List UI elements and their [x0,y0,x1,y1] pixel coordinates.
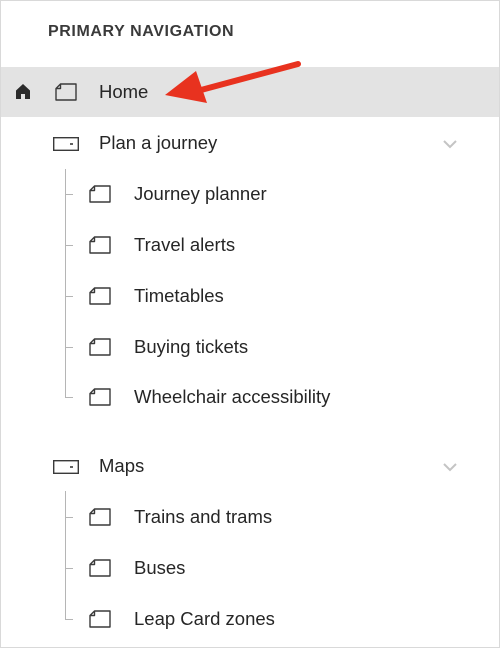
nav-item-label: Trains and trams [134,506,273,527]
primary-navigation-panel: PRIMARY NAVIGATION Home Plan a journey J… [0,0,500,648]
page-icon [89,287,111,305]
nav-item-label: Timetables [134,285,224,306]
chevron-down-icon[interactable] [442,462,458,472]
chevron-down-icon[interactable] [442,139,458,149]
nav-item-label: Leap Card zones [134,608,275,629]
nav-item-label: Buying tickets [134,336,249,357]
nav-item-label: Buses [134,557,186,578]
folder-icon [53,460,79,474]
nav-item-buses[interactable]: Buses [1,543,499,593]
page-icon [89,610,111,628]
nav-section-plan-a-journey[interactable]: Plan a journey [1,118,499,168]
nav-item-trains-and-trams[interactable]: Trains and trams [1,492,499,542]
nav-section-label: Plan a journey [99,132,218,153]
nav-item-wheelchair-accessibility[interactable]: Wheelchair accessibility [1,372,499,422]
page-icon [89,559,111,577]
page-icon [89,185,111,203]
page-icon [89,388,111,406]
nav-item-label: Travel alerts [134,234,236,255]
page-icon [89,508,111,526]
nav-heading: PRIMARY NAVIGATION [48,23,235,40]
nav-item-label: Wheelchair accessibility [134,386,331,407]
nav-section-maps[interactable]: Maps [1,441,499,491]
page-icon [55,83,77,101]
nav-item-travel-alerts[interactable]: Travel alerts [1,220,499,270]
home-icon [16,84,30,99]
nav-item-leap-card-zones[interactable]: Leap Card zones [1,594,499,644]
nav-item-label: Journey planner [134,183,267,204]
nav-item-home-label: Home [99,81,149,102]
page-icon [89,236,111,254]
nav-item-timetables[interactable]: Timetables [1,271,499,321]
nav-item-journey-planner[interactable]: Journey planner [1,169,499,219]
nav-section-label: Maps [99,455,145,476]
arrow-left-icon [165,61,301,103]
folder-icon [53,137,79,151]
nav-item-buying-tickets[interactable]: Buying tickets [1,322,499,372]
page-icon [89,338,111,356]
